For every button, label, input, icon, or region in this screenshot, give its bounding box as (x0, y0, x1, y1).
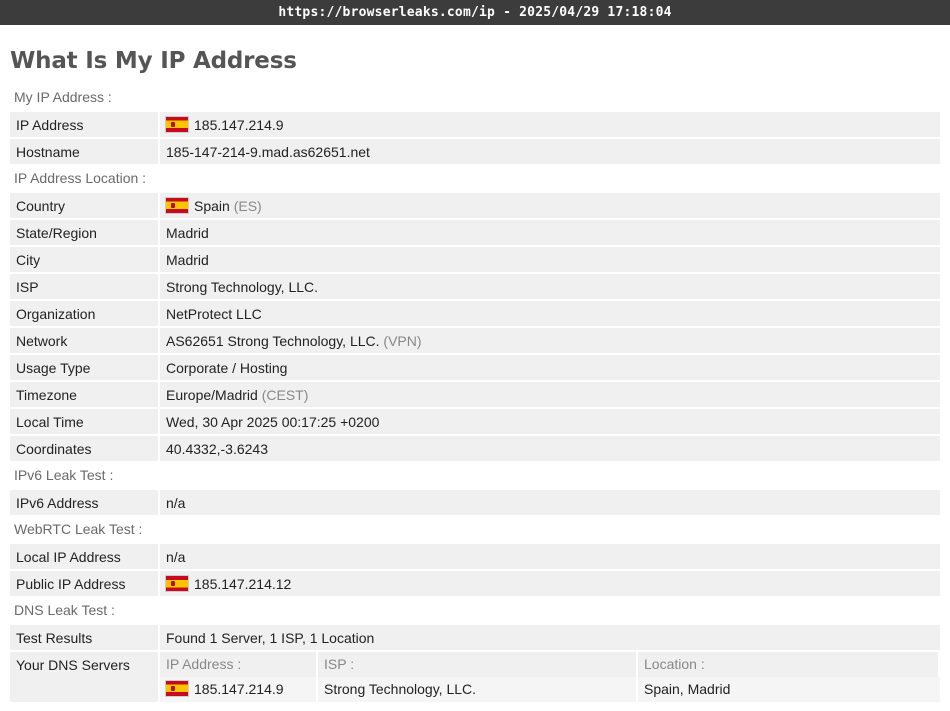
dns-table: Test Results Found 1 Server, 1 ISP, 1 Lo… (10, 623, 940, 704)
table-row: IPv6 Address n/a (10, 490, 940, 515)
page-content: What Is My IP Address My IP Address : IP… (0, 25, 950, 704)
row-label: ISP (10, 274, 160, 299)
row-label: Country (10, 193, 160, 218)
spain-flag-icon (166, 116, 188, 132)
dns-header-ip: IP Address : (160, 652, 318, 677)
local-time-value[interactable]: Wed, 30 Apr 2025 00:17:25 +0200 (160, 409, 940, 434)
row-label: IPv6 Address (10, 490, 160, 515)
row-label: Organization (10, 301, 160, 326)
row-label: Local Time (10, 409, 160, 434)
country-value[interactable]: Spain (194, 198, 230, 214)
table-row: Public IP Address 185.147.214.12 (10, 571, 940, 596)
test-results-value[interactable]: Found 1 Server, 1 ISP, 1 Location (160, 625, 940, 650)
dns-header-isp: ISP : (318, 652, 638, 677)
table-row: State/Region Madrid (10, 220, 940, 245)
section-title-ipv6: IPv6 Leak Test : (14, 467, 114, 483)
my-ip-table: IP Address 185.147.214.9 Hostname 185-14… (10, 110, 940, 166)
dns-header-location: Location : (638, 652, 940, 677)
organization-value[interactable]: NetProtect LLC (160, 301, 940, 326)
window-title: https://browserleaks.com/ip - 2025/04/29… (278, 5, 672, 20)
public-ip-value[interactable]: 185.147.214.12 (194, 576, 291, 592)
table-row: Organization NetProtect LLC (10, 301, 940, 326)
table-row: Test Results Found 1 Server, 1 ISP, 1 Lo… (10, 625, 940, 650)
location-table: Country Spain (ES) State/Region Madrid C… (10, 191, 940, 463)
window-title-bar: https://browserleaks.com/ip - 2025/04/29… (0, 0, 950, 25)
state-value[interactable]: Madrid (160, 220, 940, 245)
timezone-abbr: (CEST) (261, 386, 309, 403)
row-label: IP Address (10, 112, 160, 137)
spain-flag-icon (166, 197, 188, 213)
city-value[interactable]: Madrid (160, 247, 940, 272)
row-label: Local IP Address (10, 544, 160, 569)
dns-cell-isp[interactable]: Strong Technology, LLC. (318, 677, 638, 702)
table-row: Usage Type Corporate / Hosting (10, 355, 940, 380)
ipv6-table: IPv6 Address n/a (10, 488, 940, 517)
row-label: Test Results (10, 625, 160, 650)
usage-type-value[interactable]: Corporate / Hosting (160, 355, 940, 380)
section-title-location: IP Address Location : (14, 170, 147, 186)
row-label: State/Region (10, 220, 160, 245)
coordinates-value[interactable]: 40.4332,-3.6243 (160, 436, 940, 461)
row-label: Coordinates (10, 436, 160, 461)
ipv6-value[interactable]: n/a (160, 490, 940, 515)
vpn-badge: (VPN) (383, 332, 422, 349)
row-label: City (10, 247, 160, 272)
table-row: IP Address 185.147.214.9 (10, 112, 940, 137)
row-label: Network (10, 328, 160, 353)
table-row: Local Time Wed, 30 Apr 2025 00:17:25 +02… (10, 409, 940, 434)
dns-ip-value[interactable]: 185.147.214.9 (194, 681, 284, 697)
dns-cell-ip: 185.147.214.9 (160, 677, 318, 702)
table-row: Coordinates 40.4332,-3.6243 (10, 436, 940, 461)
table-row: Local IP Address n/a (10, 544, 940, 569)
dns-servers-grid: IP Address : ISP : Location : 185.147.21… (160, 652, 940, 702)
row-label: Hostname (10, 139, 160, 164)
table-row: Your DNS Servers IP Address : ISP : Loca… (10, 652, 940, 702)
local-ip-value[interactable]: n/a (160, 544, 940, 569)
table-row: ISP Strong Technology, LLC. (10, 274, 940, 299)
row-label: Usage Type (10, 355, 160, 380)
table-row: Hostname 185-147-214-9.mad.as62651.net (10, 139, 940, 164)
spain-flag-icon (166, 575, 188, 591)
table-row: City Madrid (10, 247, 940, 272)
section-title-webrtc: WebRTC Leak Test : (14, 521, 143, 537)
table-row: Network AS62651 Strong Technology, LLC. … (10, 328, 940, 353)
country-code: (ES) (233, 197, 262, 214)
section-title-dns: DNS Leak Test : (14, 602, 115, 618)
row-label: Public IP Address (10, 571, 160, 596)
dns-cell-location[interactable]: Spain, Madrid (638, 677, 940, 702)
table-row: Country Spain (ES) (10, 193, 940, 218)
hostname-value[interactable]: 185-147-214-9.mad.as62651.net (160, 139, 940, 164)
row-label: Your DNS Servers (10, 652, 160, 702)
ip-address-value[interactable]: 185.147.214.9 (194, 117, 284, 133)
network-value[interactable]: AS62651 Strong Technology, LLC. (166, 333, 380, 349)
webrtc-table: Local IP Address n/a Public IP Address 1… (10, 542, 940, 598)
row-label: Timezone (10, 382, 160, 407)
timezone-value[interactable]: Europe/Madrid (166, 387, 258, 403)
spain-flag-icon (166, 681, 188, 696)
table-row: Timezone Europe/Madrid (CEST) (10, 382, 940, 407)
isp-value[interactable]: Strong Technology, LLC. (160, 274, 940, 299)
